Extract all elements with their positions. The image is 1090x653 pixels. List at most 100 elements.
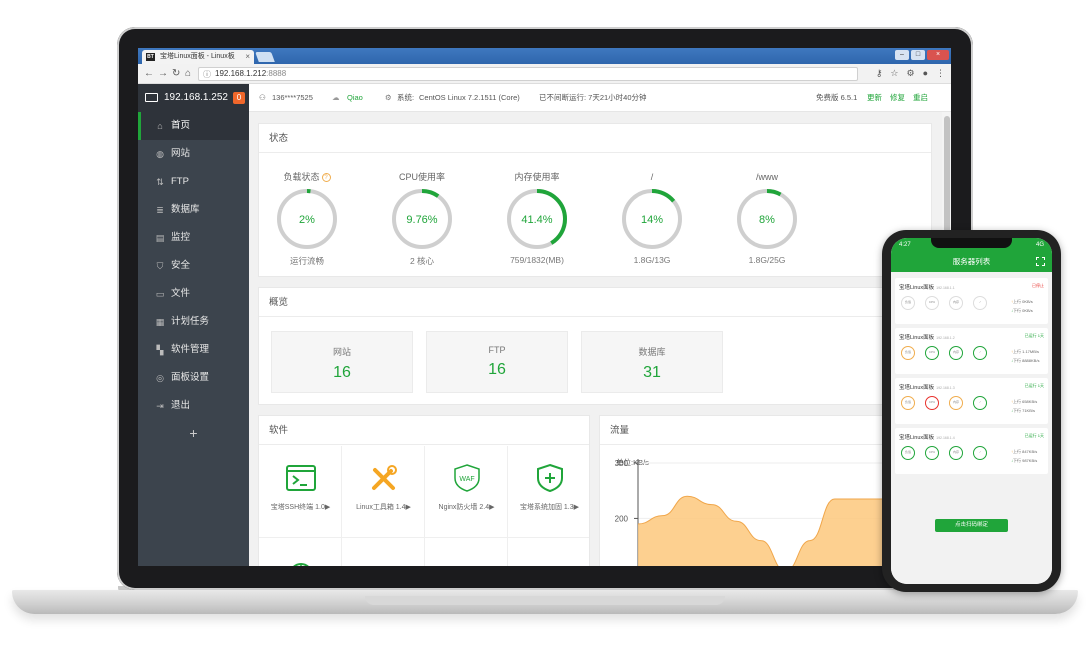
sidebar-add-button[interactable]: + [138,420,249,448]
extension-icon[interactable]: ⚙ [906,68,914,79]
gauge-0[interactable]: 负载状态? 2% 运行流畅 [262,171,352,267]
shield-icon: ⛉ [156,261,164,271]
phone-time: 4:27 [899,242,911,248]
tab-close-icon[interactable]: × [245,50,250,64]
software-name: Nginx防火墙 2.4▶ [438,504,495,511]
scan-icon[interactable] [1036,257,1045,266]
overview-card-0[interactable]: 网站 16 [271,331,413,393]
info-icon[interactable]: ⓘ [203,69,211,81]
browser-tab[interactable]: BT 宝塔Linux面板 - Linux板 × [142,50,254,64]
monitor-server-icon [145,93,158,102]
server-ring: / [973,396,987,410]
update-link[interactable]: 更新 [867,84,882,112]
gauge-3[interactable]: / 14% 1.8G/13G [607,171,697,265]
overview-value: 16 [333,364,351,381]
home-nav-icon[interactable]: ⌂ [185,67,191,81]
server-ring: 负载 [901,346,915,360]
address-bar: ← → ↻ ⌂ ⓘ 192.168.1.212:8888 ⚷ ☆ ⚙ ● ⋮ [138,64,951,84]
user-account[interactable]: 136****7525 [272,84,313,112]
user-icon: ⚇ [259,93,266,102]
settings-icon: ◎ [156,373,164,383]
gauge-ring: 14% [622,189,682,249]
sidebar-item-3[interactable]: ≣ 数据库 [138,196,249,224]
gauge-label: 内存使用率 [514,172,560,182]
gauge-4[interactable]: /www 8% 1.8G/25G [722,171,812,265]
sidebar-item-5[interactable]: ⛉ 安全 [138,252,249,280]
software-slot-7 [508,538,589,566]
traffic-ytick: 200 [615,514,629,523]
sidebar-item-9[interactable]: ◎ 面板设置 [138,364,249,392]
url-input[interactable]: ⓘ 192.168.1.212:8888 [198,67,858,81]
restart-link[interactable]: 重启 [913,84,928,112]
ftp-icon: ⇅ [156,177,164,187]
server-rings: 负载 CPU 内存 / [901,396,987,410]
server-card-1[interactable]: 宝塔Linux面板 192.168.1.2 已运行 1天 负载 CPU 内存 / ↑上行 1.… [895,328,1048,374]
gauge-2[interactable]: 内存使用率 41.4% 759/1832(MB) [492,171,582,265]
sidebar-item-label: FTP [171,176,189,187]
star-icon[interactable]: ☆ [890,68,898,79]
url-host: 192.168.1.212 [215,69,267,78]
close-window-icon[interactable]: × [927,50,949,60]
server-name: 宝塔Linux面板 192.168.1.4 [899,435,955,441]
forward-icon[interactable]: → [158,67,168,81]
server-ring: 内存 [949,296,963,310]
url-port: :8888 [266,69,287,78]
new-tab-button[interactable] [255,52,275,62]
sidebar-item-6[interactable]: ▭ 文件 [138,280,249,308]
sidebar-item-10[interactable]: ⇥ 退出 [138,392,249,420]
sidebar-item-label: 监控 [171,232,191,243]
sidebar-item-4[interactable]: ▤ 监控 [138,224,249,252]
scan-bind-label: 点击扫码绑定 [954,522,988,528]
sidebar-item-1[interactable]: ◍ 网站 [138,140,249,168]
software-slot-6 [425,538,508,566]
top-info-bar: ⚇ 136****7525 ☁ Qiao ⚙ 系统: CentOS Linux … [249,84,951,112]
server-ring: / [973,346,987,360]
key-icon[interactable]: ⚷ [876,68,883,79]
software-item-3[interactable]: 宝塔系统加固 1.3▶ [508,446,589,538]
overview-label: 数据库 [638,347,666,357]
software-item-1[interactable]: Linux工具箱 1.4▶ [342,446,425,538]
server-status: 已停止 [1032,283,1044,288]
server-ring: CPU [925,446,939,460]
software-item-2[interactable]: WAF Nginx防火墙 2.4▶ [425,446,508,538]
scan-bind-button[interactable]: 点击扫码绑定 [935,519,1008,532]
gauge-sub: 1.8G/25G [748,255,786,265]
phone-screen: 4:27 4G 服务器列表 宝塔Linux面板 192.168.1.1 已停止 负载 C… [891,238,1052,584]
notification-badge[interactable]: 0 [233,92,245,104]
gauge-value: 41.4% [521,214,552,226]
gauge-sub: 运行流畅 [289,256,324,266]
waf-icon: WAF [452,463,482,493]
window-controls: – □ × [895,50,949,60]
software-item-0[interactable]: 宝塔SSH终端 1.0▶ [259,446,342,538]
minimize-icon[interactable]: – [895,50,909,60]
software-slot-5[interactable] [342,538,425,566]
sidebar-item-label: 软件管理 [171,344,210,355]
overview-value: 31 [643,364,661,381]
server-card-0[interactable]: 宝塔Linux面板 192.168.1.1 已停止 负载 CPU 内存 / ↑上行 0KB/s… [895,278,1048,324]
back-icon[interactable]: ← [144,67,154,81]
repair-link[interactable]: 修复 [890,84,905,112]
server-card-3[interactable]: 宝塔Linux面板 192.168.1.4 已运行 1天 负载 CPU 内存 / ↑上行 84… [895,428,1048,474]
sidebar-item-0[interactable]: ⌂ 首页 [138,112,249,140]
sidebar-item-7[interactable]: ▦ 计划任务 [138,308,249,336]
overview-card-2[interactable]: 数据库 31 [581,331,723,393]
gauge-1[interactable]: CPU使用率 9.76% 2 核心 [377,171,467,267]
sidebar-item-8[interactable]: ▚ 软件管理 [138,336,249,364]
qiao-label[interactable]: Qiao [347,84,363,112]
logout-icon: ⇥ [156,401,164,411]
software-slot-4[interactable] [259,538,342,566]
maximize-icon[interactable]: □ [911,50,925,60]
server-card-2[interactable]: 宝塔Linux面板 192.168.1.3 已运行 1天 负载 CPU 内存 / ↑上行 65… [895,378,1048,424]
svg-text:WAF: WAF [459,476,474,483]
menu-icon[interactable]: ⋮ [936,68,945,79]
server-status: 已运行 1天 [1024,383,1044,388]
server-ring: / [973,296,987,310]
software-title: 软件 [259,416,589,445]
overview-card-1[interactable]: FTP 16 [426,331,568,393]
server-rates: ↑上行 847KB/s ↓下行 987KB/s [1011,449,1038,463]
globe-plugin-icon [286,555,316,566]
profile-icon[interactable]: ● [923,68,928,79]
help-icon[interactable]: ? [321,173,331,183]
reload-icon[interactable]: ↻ [172,67,180,81]
sidebar-item-2[interactable]: ⇅ FTP [138,168,249,196]
